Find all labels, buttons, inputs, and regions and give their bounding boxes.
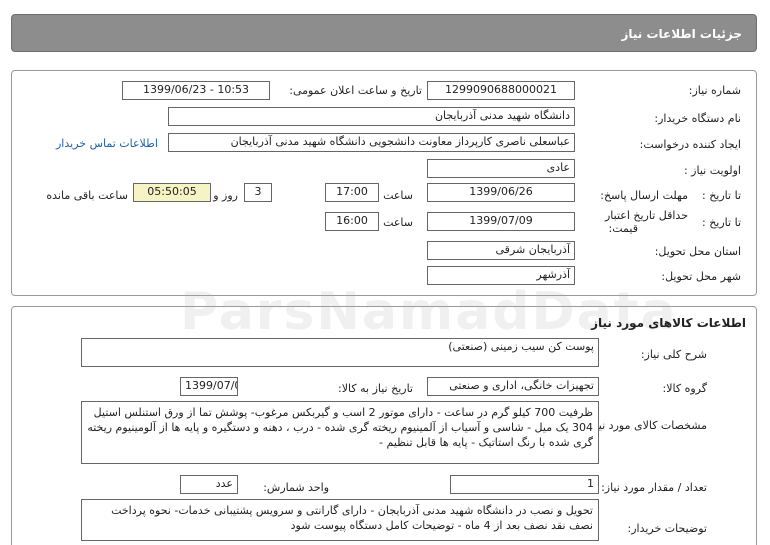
- delivery-province-label: استان محل تحویل:: [654, 245, 741, 258]
- need-number-field: 1299090688000021: [427, 81, 575, 100]
- delivery-city-field: آذرشهر: [427, 266, 575, 285]
- price-validity-label-line2: قیمت:: [608, 222, 638, 235]
- delivery-city-label: شهر محل تحویل:: [661, 270, 741, 283]
- buyer-notes-field: تحویل و نصب در دانشگاه شهید مدنی آذربایج…: [81, 499, 599, 541]
- need-date-label: تاریخ نیاز به کالا:: [338, 382, 413, 395]
- goods-group-label: گروه کالا:: [662, 382, 707, 395]
- validity-to-date-label: تا تاریخ :: [702, 216, 741, 229]
- remaining-time-label: ساعت باقی مانده: [46, 189, 128, 202]
- response-deadline-date-field: 1399/06/26: [427, 183, 575, 202]
- announce-datetime-field: 1399/06/23 - 10:53: [122, 81, 270, 100]
- goods-spec-field: ظرفیت 700 کیلو گرم در ساعت - دارای موتور…: [81, 401, 599, 464]
- response-time-label: ساعت: [383, 189, 413, 202]
- need-date-field: 1399/07/05: [180, 377, 238, 396]
- page-title: جزئیات اطلاعات نیاز: [621, 27, 742, 41]
- validity-time-label: ساعت: [383, 216, 413, 229]
- remaining-days-field: 3: [244, 183, 272, 202]
- goods-group-field: تجهیزات خانگی، اداری و صنعتی: [427, 377, 599, 396]
- response-deadline-label: مهلت ارسال پاسخ:: [600, 189, 688, 202]
- price-validity-label-line1: حداقل تاریخ اعتبار: [604, 209, 688, 222]
- requester-field: عباسعلی ناصری کارپرداز معاونت دانشجویی د…: [168, 133, 575, 152]
- response-deadline-time-field: 17:00: [325, 183, 379, 202]
- page-header: جزئیات اطلاعات نیاز: [11, 14, 757, 52]
- announce-datetime-label: تاریخ و ساعت اعلان عمومی:: [289, 84, 422, 97]
- need-info-panel: [11, 70, 757, 296]
- quantity-field: 1: [450, 475, 599, 494]
- price-validity-date-field: 1399/07/09: [427, 212, 575, 231]
- need-summary-field: پوست کن سیب زمینی (صنعتی): [81, 338, 599, 367]
- buyer-org-label: نام دستگاه خریدار:: [654, 112, 741, 125]
- days-label: روز و: [213, 189, 238, 202]
- priority-label: اولویت نیاز :: [683, 164, 741, 177]
- requester-label: ایجاد کننده درخواست:: [639, 138, 741, 151]
- goods-section-title: اطلاعات کالاهای مورد نیاز: [591, 316, 746, 330]
- buyer-notes-label: توضیحات خریدار:: [627, 522, 708, 535]
- delivery-province-field: آذربایجان شرقی: [427, 241, 575, 260]
- need-summary-label: شرح کلی نیاز:: [640, 348, 707, 361]
- response-to-date-label: تا تاریخ :: [702, 189, 741, 202]
- price-validity-time-field: 16:00: [325, 212, 379, 231]
- remaining-time-field: 05:50:05: [133, 183, 211, 202]
- unit-label: واحد شمارش:: [263, 481, 329, 494]
- goods-spec-label: مشخصات کالای مورد نیاز:: [586, 419, 707, 432]
- quantity-label: تعداد / مقدار مورد نیاز:: [601, 481, 707, 494]
- need-number-label: شماره نیاز:: [688, 84, 741, 97]
- buyer-contact-link[interactable]: اطلاعات تماس خریدار: [56, 137, 158, 150]
- unit-field: عدد: [180, 475, 238, 494]
- priority-field: عادی: [427, 159, 575, 178]
- buyer-org-field: دانشگاه شهید مدنی آذربایجان: [168, 107, 575, 126]
